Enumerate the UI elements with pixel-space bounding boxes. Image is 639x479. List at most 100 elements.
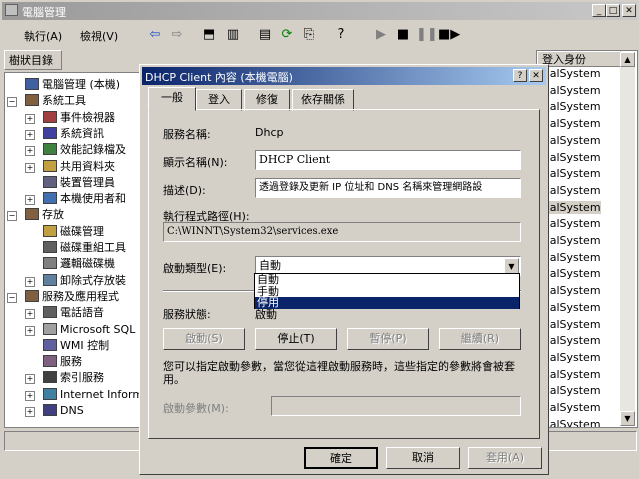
- expand-toggle-icon[interactable]: +: [25, 113, 35, 124]
- tree-node[interactable]: 電腦管理 (本機): [25, 77, 120, 93]
- stop-icon[interactable]: ■: [394, 26, 412, 44]
- refresh-icon[interactable]: ⟳: [278, 26, 296, 44]
- start-service-button[interactable]: 啟動(S): [163, 328, 245, 350]
- play-icon[interactable]: ▶: [372, 26, 390, 44]
- cancel-button[interactable]: 取消: [386, 447, 460, 469]
- main-title-bar: 電腦管理 _ □ ✕: [2, 2, 637, 20]
- tree-node[interactable]: 磁碟重組工具: [43, 240, 126, 256]
- properties-icon[interactable]: ▤: [256, 26, 274, 44]
- tree-node[interactable]: 本機使用者和: [43, 191, 126, 207]
- pause-icon[interactable]: ❚❚: [416, 26, 438, 44]
- expand-toggle-icon[interactable]: +: [25, 162, 35, 173]
- ok-button[interactable]: 確定: [304, 447, 378, 469]
- display-name-field[interactable]: DHCP Client: [255, 150, 521, 170]
- minimize-button[interactable]: _: [592, 4, 606, 17]
- start-params-hint: 您可以指定啟動參數，當您從這裡啟動服務時，這些指定的參數將會被套用。: [163, 360, 515, 386]
- tab-recovery[interactable]: 修復: [244, 89, 290, 111]
- forward-arrow-icon[interactable]: ⇨: [168, 26, 186, 44]
- startup-option[interactable]: 手動: [255, 285, 519, 298]
- startup-option[interactable]: 停用: [255, 297, 519, 309]
- description-field[interactable]: 透過登錄及更新 IP 位址和 DNS 名稱來管理網路設: [255, 178, 521, 198]
- service-status-label: 服務狀態:: [163, 308, 211, 321]
- tree-node-label: 磁碟管理: [60, 224, 104, 238]
- tree-node[interactable]: 系統資訊: [43, 126, 104, 142]
- show-tree-icon[interactable]: ▥: [224, 26, 242, 44]
- expand-toggle-icon[interactable]: +: [25, 407, 35, 417]
- startup-option[interactable]: 自動: [255, 274, 519, 286]
- expand-toggle-icon[interactable]: +: [25, 195, 35, 206]
- tree-node[interactable]: 效能記錄檔及: [43, 142, 126, 158]
- menu-toolbar: 執行(A) 檢視(V) ⇦ ⇨ ⬒ ▥ ▤ ⟳ ⎘ ? ▶ ■ ❚❚ ■▶: [2, 22, 637, 48]
- expand-toggle-icon[interactable]: +: [25, 129, 35, 140]
- console-tree[interactable]: 電腦管理 (本機) 系統工具 − 事件檢視器 + 系統資訊 + 效能記錄檔及 + 共用資料夾 + 裝置…: [4, 72, 142, 428]
- resume-service-button[interactable]: 繼續(R): [439, 328, 521, 350]
- tree-node[interactable]: 磁碟管理: [43, 224, 104, 240]
- storage-icon: [25, 208, 39, 221]
- pause-service-button[interactable]: 暫停(P): [347, 328, 429, 350]
- tree-node[interactable]: 系統工具: [25, 93, 86, 109]
- tree-node[interactable]: 邏輯磁碟機: [43, 256, 115, 272]
- export-list-icon[interactable]: ⎘: [300, 26, 318, 44]
- menu-view[interactable]: 檢視(V): [80, 28, 118, 44]
- stop-service-button[interactable]: 停止(T): [255, 328, 337, 350]
- dialog-help-button[interactable]: ?: [513, 69, 527, 82]
- expand-toggle-icon[interactable]: −: [7, 292, 17, 303]
- help-icon[interactable]: ?: [332, 26, 350, 44]
- start-params-field[interactable]: [271, 396, 521, 416]
- expand-toggle-icon[interactable]: +: [25, 390, 35, 401]
- tree-node[interactable]: 索引服務: [43, 370, 104, 386]
- tree-tab[interactable]: 樹狀目錄: [4, 50, 62, 70]
- tree-node-label: Microsoft SQL: [60, 322, 136, 336]
- scroll-down-button[interactable]: ▼: [620, 411, 635, 426]
- startup-type-label: 啟動類型(E):: [163, 262, 227, 275]
- tree-node[interactable]: Microsoft SQL: [43, 322, 135, 338]
- chevron-down-icon[interactable]: ▼: [504, 258, 519, 274]
- users-icon: [43, 192, 57, 205]
- display-name-label: 顯示名稱(N):: [163, 156, 228, 169]
- back-arrow-icon[interactable]: ⇦: [146, 26, 164, 44]
- expand-toggle-icon[interactable]: −: [7, 97, 17, 108]
- exe-path-field: C:\WINNT\System32\services.exe: [163, 222, 521, 242]
- list-scrollbar[interactable]: ▲ ▼: [620, 52, 635, 426]
- tree-node[interactable]: 事件檢視器: [43, 110, 115, 126]
- apply-button[interactable]: 套用(A): [468, 447, 542, 469]
- restart-icon[interactable]: ■▶: [438, 26, 460, 44]
- dialog-close-button[interactable]: ✕: [529, 69, 543, 82]
- tab-logon[interactable]: 登入: [196, 89, 242, 111]
- tree-node[interactable]: 卸除式存放裝: [43, 273, 126, 289]
- tree-node[interactable]: 服務及應用程式: [25, 289, 119, 305]
- tree-node[interactable]: 裝置管理員: [43, 175, 115, 191]
- tree-node-label: 存放: [42, 208, 64, 222]
- device-manager-icon: [43, 175, 57, 188]
- expand-toggle-icon[interactable]: +: [25, 325, 35, 336]
- expand-toggle-icon[interactable]: −: [7, 211, 17, 222]
- up-folder-icon[interactable]: ⬒: [200, 26, 218, 44]
- expand-toggle-icon[interactable]: +: [25, 309, 35, 320]
- expand-toggle-icon[interactable]: +: [25, 374, 35, 385]
- maximize-button[interactable]: □: [606, 4, 620, 17]
- tree-node[interactable]: WMI 控制: [43, 338, 109, 354]
- services-apps-icon: [25, 289, 39, 302]
- tree-node[interactable]: 服務: [43, 354, 82, 370]
- tree-node[interactable]: Internet Inform: [43, 387, 141, 403]
- tree-node[interactable]: 共用資料夾: [43, 159, 115, 175]
- tree-node[interactable]: DNS: [43, 403, 84, 419]
- wmi-icon: [43, 338, 57, 351]
- sql-icon: [43, 322, 57, 335]
- expand-toggle-icon[interactable]: +: [25, 146, 35, 157]
- tree-node[interactable]: 存放: [25, 207, 64, 223]
- service-name-value: Dhcp: [255, 126, 284, 139]
- scroll-up-button[interactable]: ▲: [620, 52, 635, 67]
- close-button[interactable]: ✕: [622, 4, 636, 17]
- tab-general[interactable]: 一般: [148, 87, 196, 111]
- tab-dependencies[interactable]: 依存關係: [292, 89, 354, 111]
- startup-type-dropdown[interactable]: 自動 手動 停用: [254, 273, 520, 309]
- tree-node[interactable]: 電話語音: [43, 305, 104, 321]
- menu-action[interactable]: 執行(A): [24, 28, 62, 44]
- startup-type-value: 自動: [259, 259, 281, 272]
- expand-toggle-icon[interactable]: +: [25, 276, 35, 287]
- performance-icon: [43, 143, 57, 156]
- tools-icon: [25, 94, 39, 107]
- column-header-logon-as[interactable]: 登入身份: [537, 51, 621, 67]
- defrag-icon: [43, 241, 57, 253]
